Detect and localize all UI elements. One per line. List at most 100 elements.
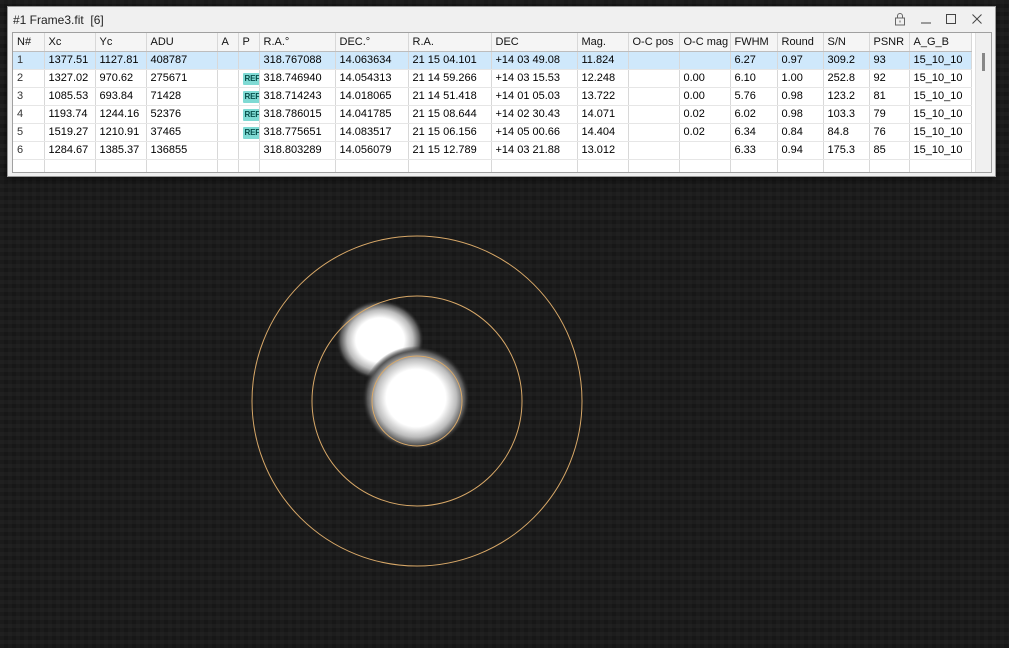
cell-p: REF	[238, 123, 260, 142]
cell-adu: 408787	[146, 51, 218, 70]
col-header-adu[interactable]: ADU	[146, 33, 218, 52]
col-header-ra-deg[interactable]: R.A.°	[259, 33, 336, 52]
empty-cell	[44, 159, 96, 172]
cell-agb: 15_10_10	[909, 69, 972, 88]
cell-psnr: 79	[869, 105, 910, 124]
col-header-oc-mag[interactable]: O-C mag	[679, 33, 731, 52]
col-header-dec-deg[interactable]: DEC.°	[335, 33, 409, 52]
cell-agb: 15_10_10	[909, 141, 972, 160]
col-header-xc[interactable]: Xc	[44, 33, 96, 52]
empty-cell	[869, 159, 910, 172]
cell-dec: +14 01 05.03	[491, 87, 578, 106]
cell-mag: 13.012	[577, 141, 629, 160]
results-window[interactable]: #1 Frame3.fit [6] N# Xc Yc ADU A P R.A.°…	[7, 6, 996, 177]
cell-round: 0.97	[777, 51, 824, 70]
cell-p	[238, 51, 260, 70]
empty-cell	[217, 159, 239, 172]
empty-cell	[628, 159, 680, 172]
maximize-icon[interactable]	[939, 9, 963, 29]
cell-xc: 1085.53	[44, 87, 96, 106]
table-row[interactable]: 3 1085.53 693.84 71428 REF 318.714243 14.01806…	[13, 87, 972, 106]
lock-icon[interactable]	[888, 9, 912, 29]
vertical-scrollbar[interactable]	[975, 33, 991, 172]
cell-a	[217, 123, 239, 142]
cell-xc: 1284.67	[44, 141, 96, 160]
cell-psnr: 93	[869, 51, 910, 70]
cell-dec_deg: 14.018065	[335, 87, 409, 106]
col-header-fwhm[interactable]: FWHM	[730, 33, 778, 52]
col-header-p[interactable]: P	[238, 33, 260, 52]
header-row: N# Xc Yc ADU A P R.A.° DEC.° R.A. DEC Ma…	[13, 33, 972, 52]
cell-mag: 11.824	[577, 51, 629, 70]
cell-xc: 1519.27	[44, 123, 96, 142]
cell-oc_mag	[679, 141, 731, 160]
cell-ra_deg: 318.767088	[259, 51, 336, 70]
table-row[interactable]: 4 1193.74 1244.16 52376 REF 318.786015 14.0417…	[13, 105, 972, 124]
empty-cell	[730, 159, 778, 172]
ref-badge: REF	[242, 126, 258, 139]
cell-dec_deg: 14.054313	[335, 69, 409, 88]
table-row[interactable]: 1 1377.51 1127.81 408787 318.767088 14.063634…	[13, 51, 972, 70]
cell-n: 1	[13, 51, 45, 70]
cell-mag: 12.248	[577, 69, 629, 88]
col-header-sn[interactable]: S/N	[823, 33, 870, 52]
table-body: 1 1377.51 1127.81 408787 318.767088 14.063634…	[13, 51, 972, 172]
window-title: #1 Frame3.fit [6]	[13, 13, 104, 27]
cell-yc: 1127.81	[95, 51, 147, 70]
cell-adu: 37465	[146, 123, 218, 142]
cell-adu: 136855	[146, 141, 218, 160]
col-header-agb[interactable]: A_G_B	[909, 33, 972, 52]
cell-n: 5	[13, 123, 45, 142]
table-row[interactable]: 6 1284.67 1385.37 136855 318.803289 14.056079…	[13, 141, 972, 160]
col-header-ra[interactable]: R.A.	[408, 33, 492, 52]
cell-a	[217, 105, 239, 124]
cell-oc_mag: 0.00	[679, 87, 731, 106]
empty-cell	[13, 159, 45, 172]
cell-a	[217, 51, 239, 70]
cell-n: 6	[13, 141, 45, 160]
empty-cell	[679, 159, 731, 172]
cell-xc: 1377.51	[44, 51, 96, 70]
cell-mag: 13.722	[577, 87, 629, 106]
col-header-yc[interactable]: Yc	[95, 33, 147, 52]
cell-dec_deg: 14.083517	[335, 123, 409, 142]
cell-mag: 14.404	[577, 123, 629, 142]
cell-dec: +14 05 00.66	[491, 123, 578, 142]
col-header-mag[interactable]: Mag.	[577, 33, 629, 52]
col-header-a[interactable]: A	[217, 33, 239, 52]
empty-cell	[259, 159, 336, 172]
table-row[interactable]: 2 1327.02 970.62 275671 REF 318.746940 14.0543…	[13, 69, 972, 88]
cell-dec_deg: 14.063634	[335, 51, 409, 70]
cell-adu: 275671	[146, 69, 218, 88]
cell-dec_deg: 14.056079	[335, 141, 409, 160]
cell-ra_deg: 318.803289	[259, 141, 336, 160]
cell-fwhm: 6.34	[730, 123, 778, 142]
cell-ra: 21 15 04.101	[408, 51, 492, 70]
col-header-dec[interactable]: DEC	[491, 33, 578, 52]
results-grid[interactable]: N# Xc Yc ADU A P R.A.° DEC.° R.A. DEC Ma…	[12, 32, 992, 173]
table-row[interactable]: 5 1519.27 1210.91 37465 REF 318.775651 14.0835…	[13, 123, 972, 142]
cell-round: 0.94	[777, 141, 824, 160]
title-bar[interactable]: #1 Frame3.fit [6]	[8, 7, 995, 31]
cell-yc: 1210.91	[95, 123, 147, 142]
col-header-n[interactable]: N#	[13, 33, 45, 52]
cell-p: REF	[238, 87, 260, 106]
cell-xc: 1193.74	[44, 105, 96, 124]
cell-n: 2	[13, 69, 45, 88]
cell-yc: 1244.16	[95, 105, 147, 124]
cell-sn: 123.2	[823, 87, 870, 106]
cell-ra: 21 15 12.789	[408, 141, 492, 160]
col-header-oc-pos[interactable]: O-C pos	[628, 33, 680, 52]
cell-dec: +14 03 21.88	[491, 141, 578, 160]
empty-cell	[577, 159, 629, 172]
cell-n: 4	[13, 105, 45, 124]
scrollbar-thumb[interactable]	[982, 53, 985, 71]
close-icon[interactable]	[965, 9, 989, 29]
col-header-round[interactable]: Round	[777, 33, 824, 52]
ref-badge: REF	[242, 90, 258, 103]
cell-ra: 21 14 59.266	[408, 69, 492, 88]
cell-a	[217, 87, 239, 106]
minimize-icon[interactable]	[914, 9, 938, 29]
cell-dec: +14 03 15.53	[491, 69, 578, 88]
col-header-psnr[interactable]: PSNR	[869, 33, 910, 52]
